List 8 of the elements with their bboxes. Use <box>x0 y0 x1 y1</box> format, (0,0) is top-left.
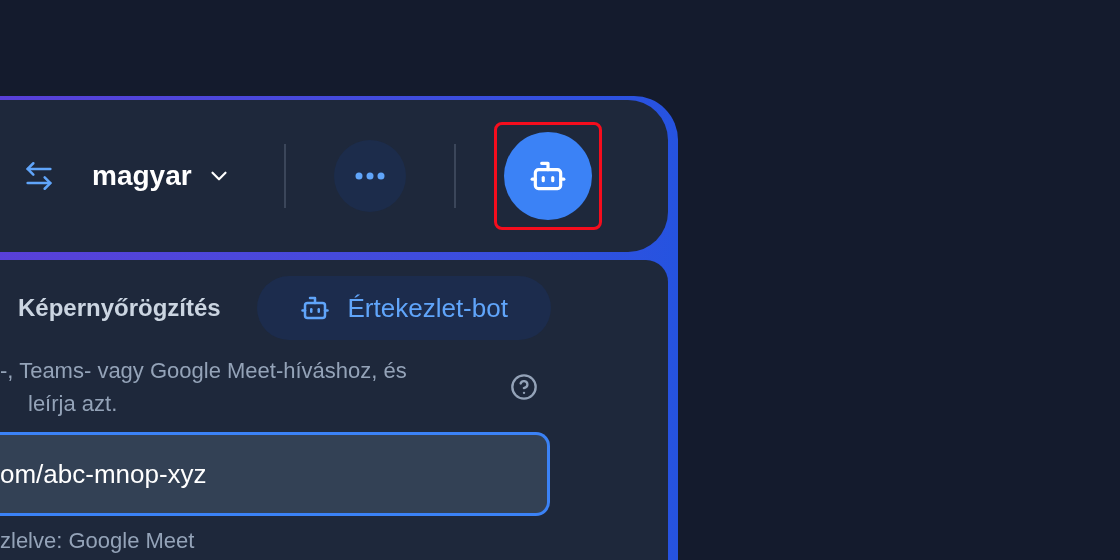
detected-platform-text: zlelve: Google Meet <box>0 527 196 555</box>
meeting-link-field[interactable]: om/abc-mnop-xyz <box>0 432 550 516</box>
help-icon[interactable] <box>510 373 538 401</box>
description-text: -, Teams- vagy Google Meet-híváshoz, és leírja azt. <box>0 357 408 418</box>
tab-label[interactable]: Képernyőrögzítés <box>18 290 221 326</box>
more-icon <box>354 172 385 180</box>
meeting-bot-tab[interactable]: Értekezlet-bot <box>256 276 551 340</box>
language-select[interactable]: magyar <box>92 155 232 197</box>
